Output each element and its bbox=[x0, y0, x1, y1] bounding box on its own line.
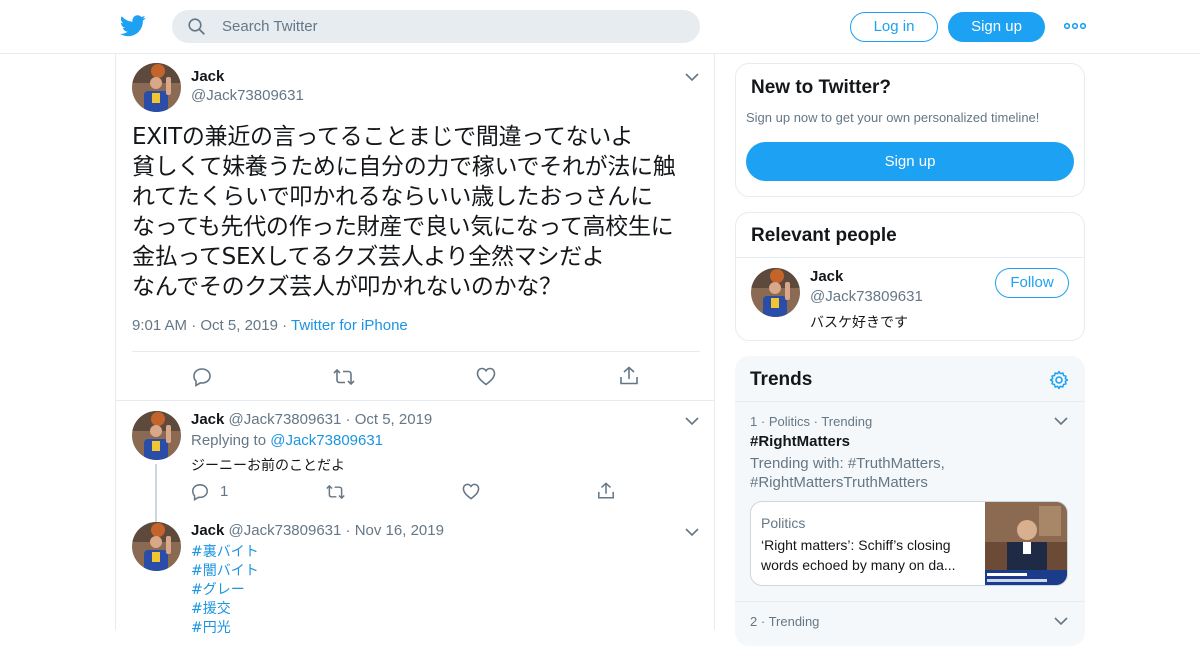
trend-status: Trending bbox=[768, 614, 820, 629]
main-timeline: Jack @Jack73809631 EXITの兼近の言ってることまじで間違って… bbox=[115, 54, 715, 636]
replying-prefix: Replying to bbox=[191, 432, 267, 449]
tweet-line: EXITの兼近の言ってることまじで間違ってないよ bbox=[132, 124, 634, 150]
relevant-people-card: Relevant people Jack @Jack73809631 バスケ好き… bbox=[735, 212, 1085, 341]
reply-count: 1 bbox=[220, 483, 229, 500]
avatar[interactable] bbox=[132, 63, 181, 112]
person-bio: バスケ好きです bbox=[810, 315, 908, 331]
chevron-down-icon[interactable] bbox=[1054, 416, 1068, 426]
divider bbox=[735, 401, 1085, 402]
divider bbox=[116, 400, 714, 401]
reply-icon[interactable] bbox=[192, 367, 212, 387]
news-title: ‘Right matters’: Schiff’s closing words … bbox=[761, 535, 956, 575]
divider bbox=[736, 257, 1084, 258]
tweet-source-link[interactable]: Twitter for iPhone bbox=[291, 317, 408, 334]
person-name[interactable]: Jack bbox=[810, 268, 843, 285]
meta-separator: · bbox=[345, 522, 355, 539]
card-title: New to Twitter? bbox=[751, 77, 892, 98]
tweet-line: なっても先代の作った財産で良い気になって高校生に bbox=[132, 214, 674, 240]
chevron-down-icon[interactable] bbox=[685, 72, 699, 82]
trend-status: Trending bbox=[821, 414, 873, 429]
hashtag-link[interactable]: #援交 bbox=[191, 600, 259, 619]
search-box[interactable] bbox=[172, 10, 700, 43]
news-title-line: ‘Right matters’: Schiff’s closing bbox=[761, 537, 951, 553]
replying-to-link[interactable]: @Jack73809631 bbox=[270, 432, 383, 449]
author-name[interactable]: Jack bbox=[191, 68, 304, 85]
retweet-icon[interactable] bbox=[325, 484, 346, 500]
avatar[interactable] bbox=[132, 522, 181, 571]
trend-news-card[interactable]: Politics ‘Right matters’: Schiff’s closi… bbox=[750, 501, 1068, 586]
avatar[interactable] bbox=[751, 268, 800, 317]
login-button[interactable]: Log in bbox=[850, 12, 938, 42]
reply-text: ジーニーお前のことだよ bbox=[191, 458, 345, 474]
trending-with-hashtag[interactable]: #TruthMatters, bbox=[848, 455, 945, 472]
hashtag-link[interactable]: #円光 bbox=[191, 619, 259, 638]
news-thumbnail-image bbox=[985, 502, 1067, 585]
tweet-time[interactable]: 9:01 AM bbox=[132, 317, 187, 334]
tweet-metadata: 9:01 AM · Oct 5, 2019 · Twitter for iPho… bbox=[132, 317, 408, 334]
tweet-date[interactable]: Nov 16, 2019 bbox=[355, 522, 444, 539]
trend-rank: 1 bbox=[750, 414, 758, 429]
like-icon[interactable] bbox=[462, 483, 480, 500]
chevron-down-icon[interactable] bbox=[1054, 616, 1068, 626]
hashtag-link[interactable]: #裏バイト bbox=[191, 543, 259, 562]
meta-separator: · bbox=[760, 414, 769, 429]
hashtag-link[interactable]: #グレー bbox=[191, 581, 259, 600]
gear-icon[interactable] bbox=[1049, 370, 1069, 390]
avatar[interactable] bbox=[132, 411, 181, 460]
meta-separator: · bbox=[345, 411, 355, 428]
card-title: Relevant people bbox=[751, 225, 897, 246]
tweet-line: なんでそのクズ芸人が叩かれないのかな？ bbox=[132, 274, 562, 300]
top-bar: Log in Sign up bbox=[0, 0, 1200, 54]
author-handle[interactable]: @Jack73809631 bbox=[229, 522, 342, 539]
trending-with-hashtag[interactable]: #RightMattersTruthMatters bbox=[750, 474, 928, 491]
trending-with: Trending with: #TruthMatters, #RightMatt… bbox=[750, 454, 1070, 492]
search-input[interactable] bbox=[222, 10, 682, 43]
person-handle[interactable]: @Jack73809631 bbox=[810, 288, 923, 305]
signup-button[interactable]: Sign up bbox=[948, 12, 1045, 42]
replying-to: Replying to @Jack73809631 bbox=[191, 432, 383, 449]
tweet-line: れてたくらいで叩かれるならいい歳したおっさんに bbox=[132, 184, 653, 210]
meta-separator: · bbox=[282, 317, 292, 334]
meta-separator: · bbox=[760, 614, 769, 629]
hashtag-link[interactable]: #闇バイト bbox=[191, 562, 259, 581]
tweet-date[interactable]: Oct 5, 2019 bbox=[355, 411, 433, 428]
tweet-line: 貧しくて妹養うために自分の力で稼いでそれが法に触 bbox=[132, 154, 676, 180]
follow-button[interactable]: Follow bbox=[995, 268, 1069, 298]
card-subtitle: Sign up now to get your own personalized… bbox=[746, 110, 1040, 125]
chevron-down-icon[interactable] bbox=[685, 416, 699, 426]
trend-topic[interactable]: #RightMatters bbox=[750, 433, 850, 450]
new-to-twitter-card: New to Twitter? Sign up now to get your … bbox=[735, 63, 1085, 197]
retweet-icon[interactable] bbox=[332, 368, 356, 386]
author-handle[interactable]: @Jack73809631 bbox=[191, 87, 304, 104]
news-title-line: words echoed by many on da... bbox=[761, 557, 956, 573]
divider bbox=[735, 601, 1085, 602]
trend-category: Politics bbox=[768, 414, 810, 429]
author-name[interactable]: Jack bbox=[191, 411, 224, 428]
reply-icon[interactable] bbox=[191, 483, 209, 501]
chevron-down-icon[interactable] bbox=[685, 527, 699, 537]
tweet-text: EXITの兼近の言ってることまじで間違ってないよ 貧しくて妹養うために自分の力で… bbox=[132, 122, 702, 302]
share-icon[interactable] bbox=[619, 366, 639, 386]
trends-card: Trends 1 · Politics · Trending #RightMat… bbox=[735, 356, 1085, 646]
trending-with-label: Trending with: bbox=[750, 455, 844, 472]
news-category: Politics bbox=[761, 515, 806, 531]
card-title: Trends bbox=[750, 369, 813, 390]
divider bbox=[132, 351, 700, 352]
hashtag-list: #裏バイト #闇バイト #グレー #援交 #円光 bbox=[191, 543, 259, 638]
meta-separator: · bbox=[191, 317, 201, 334]
tweet-date[interactable]: Oct 5, 2019 bbox=[200, 317, 278, 334]
tweet-line: 金払ってSEXしてるクズ芸人より全然マシだよ bbox=[132, 244, 605, 270]
trend-rank: 2 bbox=[750, 614, 758, 629]
twitter-bird-icon[interactable] bbox=[120, 14, 146, 38]
share-icon[interactable] bbox=[597, 482, 615, 500]
author-name[interactable]: Jack bbox=[191, 522, 224, 539]
like-icon[interactable] bbox=[476, 367, 496, 386]
more-dots-icon[interactable] bbox=[1064, 20, 1086, 32]
search-icon bbox=[188, 18, 205, 35]
sidebar-signup-button[interactable]: Sign up bbox=[746, 142, 1074, 181]
author-handle[interactable]: @Jack73809631 bbox=[229, 411, 342, 428]
